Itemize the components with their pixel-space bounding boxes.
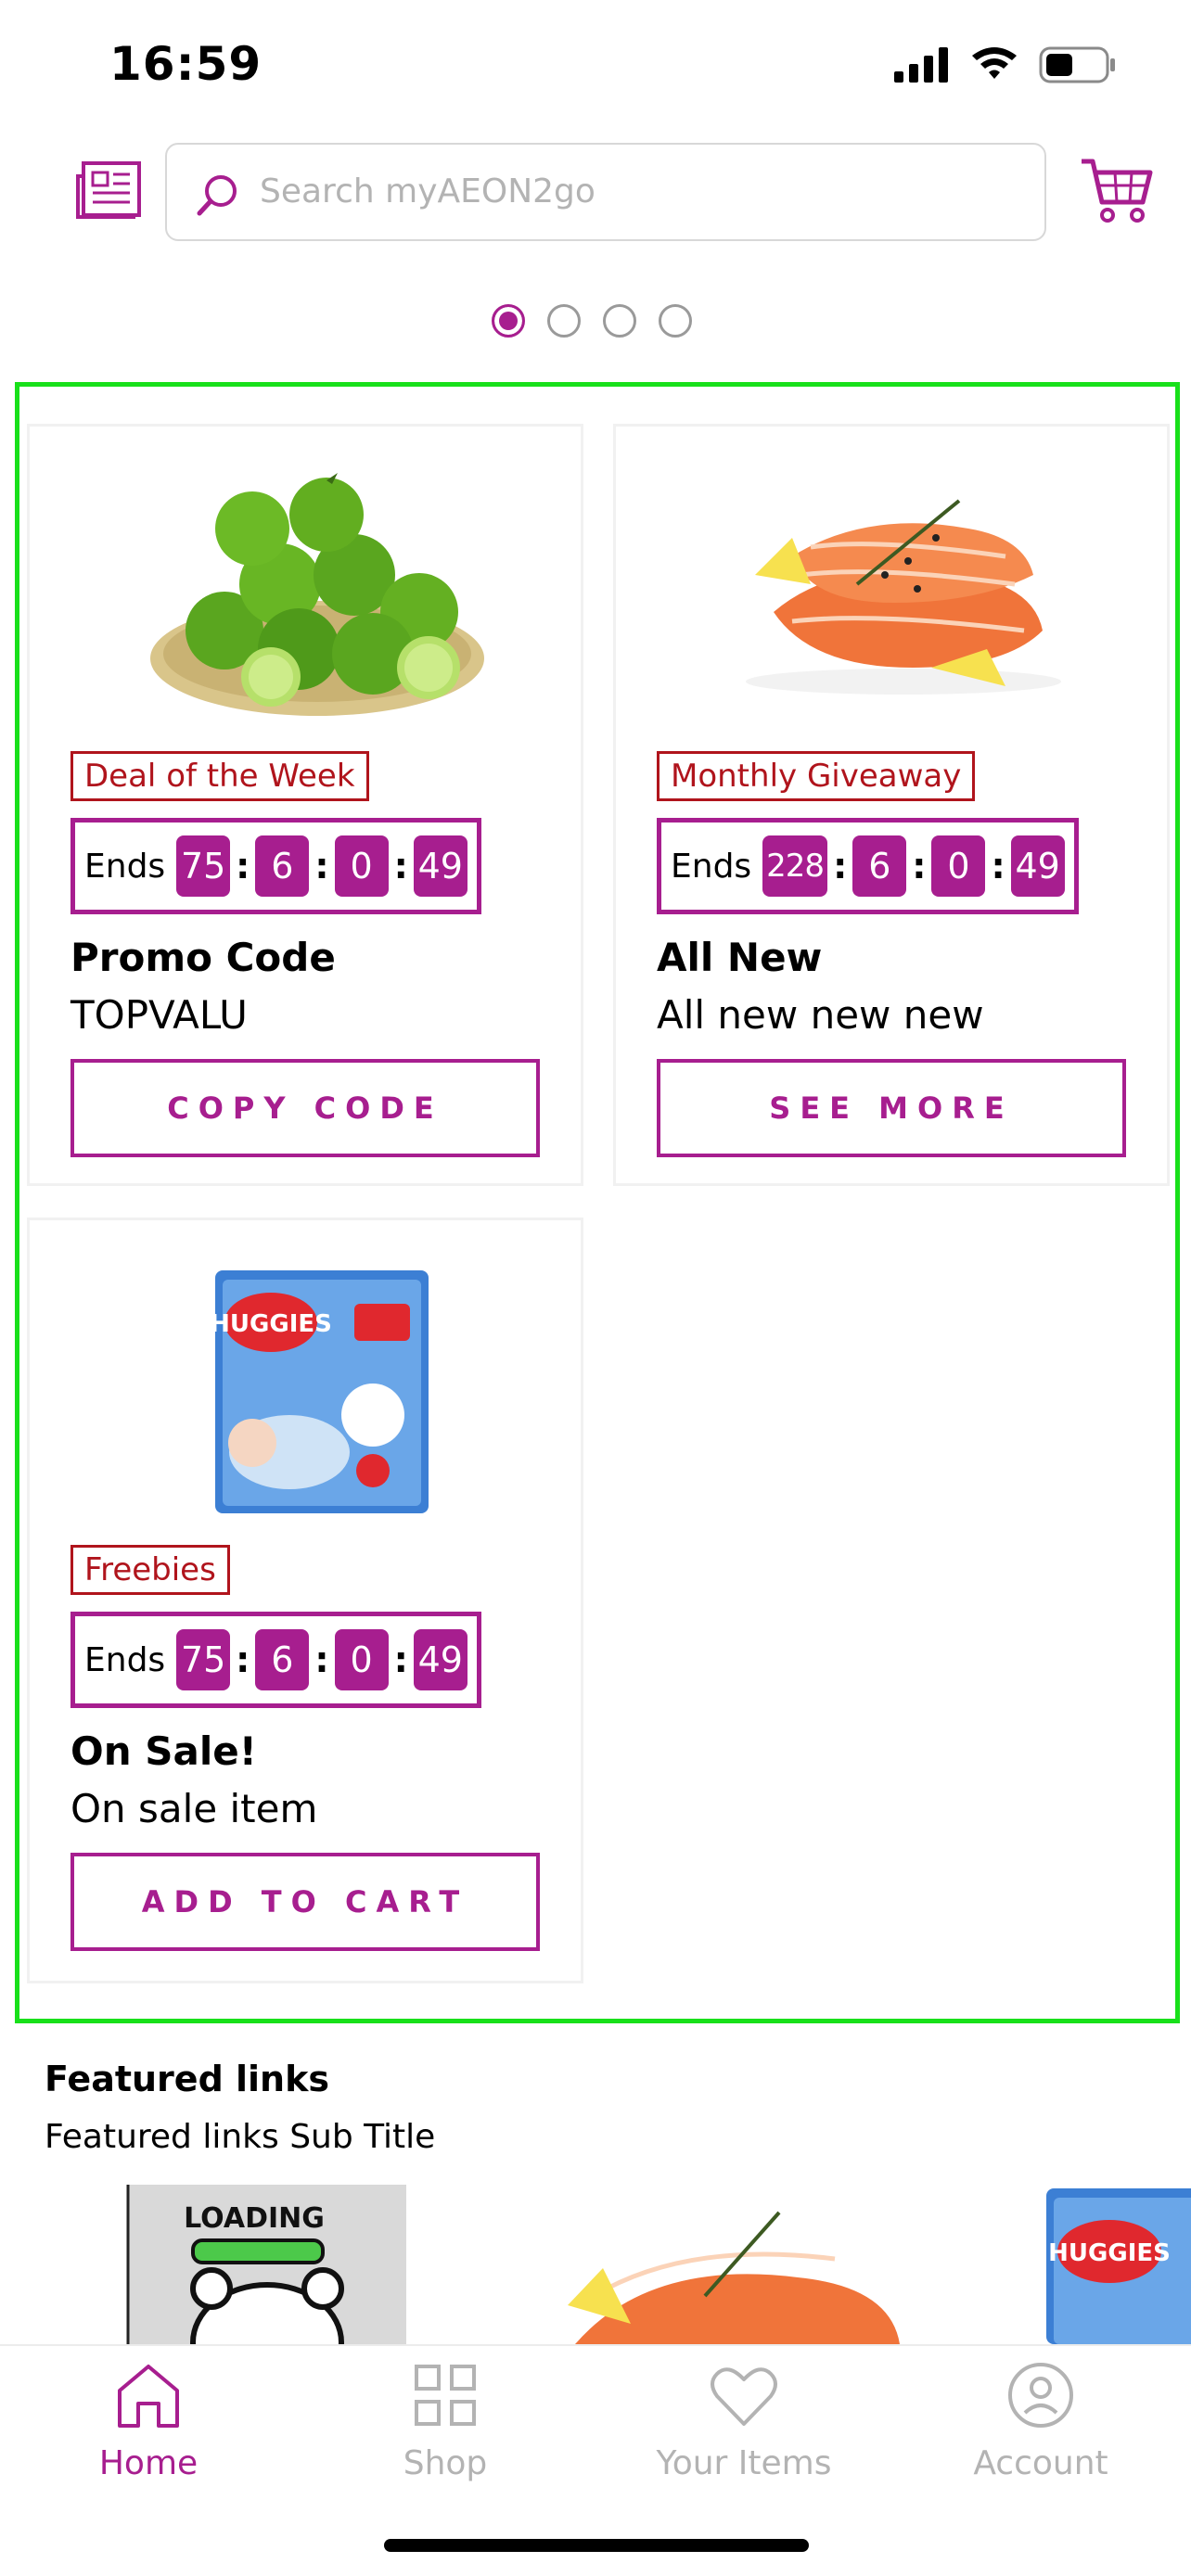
search-placeholder: Search myAEON2go xyxy=(260,172,596,210)
see-more-button[interactable]: SEE MORE xyxy=(657,1059,1126,1157)
signal-icon xyxy=(894,47,948,83)
tab-your-items[interactable]: Your Items xyxy=(633,2359,855,2482)
timer-hours: 6 xyxy=(255,1629,310,1690)
wifi-icon xyxy=(972,47,1017,79)
promo-tag: Deal of the Week xyxy=(70,751,369,801)
timer-days: 75 xyxy=(176,835,231,897)
timer-separator: : xyxy=(912,846,927,886)
search-input[interactable]: Search myAEON2go xyxy=(165,143,1046,241)
timer-label: Ends xyxy=(84,1640,166,1679)
promo-tag: Freebies xyxy=(70,1545,230,1595)
salmon-image xyxy=(746,499,1061,695)
timer-separator: : xyxy=(314,846,329,886)
timer-label: Ends xyxy=(84,847,166,886)
tab-shop[interactable]: Shop xyxy=(334,2359,557,2482)
promo-subtitle: TOPVALU xyxy=(70,992,248,1038)
timer-label: Ends xyxy=(671,847,752,886)
countdown-timer: Ends 75 : 6 : 0 : 49 xyxy=(70,1612,481,1708)
huggies-logo-text: HUGGIES xyxy=(210,1310,332,1338)
promo-card[interactable]: HUGGIES Freebies Ends 75 : 6 : 0 : 49 On… xyxy=(27,1218,583,1983)
promo-card[interactable]: Monthly Giveaway Ends 228 : 6 : 0 : 49 A… xyxy=(613,424,1170,1186)
timer-minutes: 0 xyxy=(334,1629,389,1690)
status-icons xyxy=(894,46,1117,83)
timer-separator: : xyxy=(833,846,848,886)
timer-hours: 6 xyxy=(255,835,310,897)
tab-account[interactable]: Account xyxy=(929,2359,1152,2482)
carousel-dot[interactable] xyxy=(492,304,525,338)
timer-separator: : xyxy=(991,846,1005,886)
featured-link-huggies[interactable]: HUGGIES xyxy=(1046,2188,1191,2344)
promo-title: All New xyxy=(657,935,823,980)
promo-section: Deal of the Week Ends 75 : 6 : 0 : 49 Pr… xyxy=(15,382,1180,2023)
battery-icon xyxy=(1039,46,1115,83)
carousel-dot[interactable] xyxy=(547,304,581,338)
tab-home-label: Home xyxy=(98,2444,198,2482)
status-time: 16:59 xyxy=(109,37,263,91)
timer-seconds: 49 xyxy=(413,835,467,897)
cart-icon xyxy=(1082,159,1153,223)
featured-link-salmon[interactable] xyxy=(568,2211,900,2344)
top-bar: Search myAEON2go xyxy=(0,139,1191,246)
diaper-pack-image: HUGGIES xyxy=(210,1270,429,1513)
add-to-cart-button[interactable]: ADD TO CART xyxy=(70,1853,540,1951)
tab-shop-label: Shop xyxy=(403,2444,488,2482)
heart-icon xyxy=(711,2367,777,2426)
featured-subtitle: Featured links Sub Title xyxy=(45,2118,436,2156)
timer-separator: : xyxy=(393,846,408,886)
limes-image xyxy=(150,473,484,716)
search-icon xyxy=(197,175,237,216)
timer-days: 75 xyxy=(176,1629,231,1690)
promo-subtitle: On sale item xyxy=(70,1786,318,1831)
timer-hours: 6 xyxy=(852,835,907,897)
grid-icon xyxy=(415,2365,476,2426)
list-icon xyxy=(76,161,141,219)
featured-links-carousel: LOADING HUGGIES xyxy=(0,2185,1191,2344)
tab-your-items-label: Your Items xyxy=(656,2444,832,2482)
promo-title: On Sale! xyxy=(70,1728,257,1774)
countdown-timer: Ends 75 : 6 : 0 : 49 xyxy=(70,818,481,914)
promo-subtitle: All new new new xyxy=(657,992,984,1038)
loading-text: LOADING xyxy=(184,2202,325,2235)
featured-links-images: LOADING HUGGIES xyxy=(126,2185,1191,2344)
copy-code-button[interactable]: COPY CODE xyxy=(70,1059,540,1157)
featured-link-loading[interactable]: LOADING xyxy=(126,2185,406,2344)
timer-separator: : xyxy=(236,1639,250,1680)
tab-home[interactable]: Home xyxy=(37,2359,260,2482)
timer-separator: : xyxy=(393,1639,408,1680)
home-icon xyxy=(118,2365,179,2428)
timer-seconds: 49 xyxy=(1010,835,1065,897)
timer-minutes: 0 xyxy=(334,835,389,897)
timer-minutes: 0 xyxy=(931,835,986,897)
huggies-logo-text: HUGGIES xyxy=(1048,2239,1171,2267)
featured-title: Featured links xyxy=(45,2059,329,2099)
timer-separator: : xyxy=(236,846,250,886)
cart-button[interactable] xyxy=(1080,156,1154,226)
user-icon xyxy=(1008,2363,1073,2428)
timer-seconds: 49 xyxy=(413,1629,467,1690)
promo-card[interactable]: Deal of the Week Ends 75 : 6 : 0 : 49 Pr… xyxy=(27,424,583,1186)
carousel-dot[interactable] xyxy=(659,304,692,338)
tab-account-label: Account xyxy=(973,2444,1108,2482)
carousel-dot[interactable] xyxy=(603,304,636,338)
status-bar: 16:59 xyxy=(0,0,1191,130)
promo-tag: Monthly Giveaway xyxy=(657,751,976,801)
countdown-timer: Ends 228 : 6 : 0 : 49 xyxy=(657,818,1079,914)
timer-days: 228 xyxy=(762,835,828,897)
timer-separator: : xyxy=(314,1639,329,1680)
carousel-pagination xyxy=(492,304,692,338)
promo-title: Promo Code xyxy=(70,935,336,980)
home-indicator xyxy=(384,2539,809,2552)
menu-button[interactable] xyxy=(76,159,143,221)
